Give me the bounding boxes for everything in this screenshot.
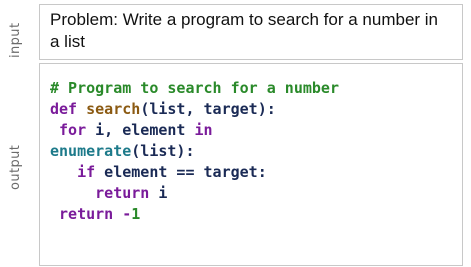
- code-block: # Program to search for a number def sear…: [50, 78, 452, 225]
- code-comment: # Program to search for a number: [50, 79, 339, 97]
- page: input output Problem: Write a program to…: [0, 0, 471, 267]
- keyword-def: def: [50, 100, 78, 118]
- code-line-6: return i: [50, 183, 452, 204]
- keyword-return: return: [59, 205, 114, 223]
- code-line-2: def search(list, target):: [50, 99, 452, 120]
- number-literal: 1: [131, 205, 141, 223]
- return-value: i: [149, 184, 168, 202]
- if-condition: element == target:: [95, 163, 267, 181]
- code-line-7: return -1: [50, 204, 452, 225]
- code-line-1: # Program to search for a number: [50, 78, 452, 99]
- keyword-for: for: [59, 121, 87, 139]
- keyword-return: return: [95, 184, 150, 202]
- function-name: search: [86, 100, 141, 118]
- enumerate-args: (list):: [131, 142, 195, 160]
- builtin-enumerate: enumerate: [50, 142, 132, 160]
- code-line-5: if element == target:: [50, 162, 452, 183]
- input-box: Problem: Write a program to search for a…: [39, 4, 463, 60]
- output-section-label: output: [8, 144, 23, 190]
- keyword-if: if: [77, 163, 96, 181]
- keyword-in: in: [194, 121, 213, 139]
- code-line-3: for i, element in: [50, 120, 452, 141]
- minus-operator: -: [113, 205, 132, 223]
- code-line-4: enumerate(list):: [50, 141, 452, 162]
- loop-variables: i, element: [86, 121, 195, 139]
- input-section-label: input: [8, 22, 23, 58]
- problem-statement: Problem: Write a program to search for a…: [50, 10, 443, 51]
- output-box: # Program to search for a number def sear…: [39, 63, 463, 266]
- function-params: (list, target):: [140, 100, 276, 118]
